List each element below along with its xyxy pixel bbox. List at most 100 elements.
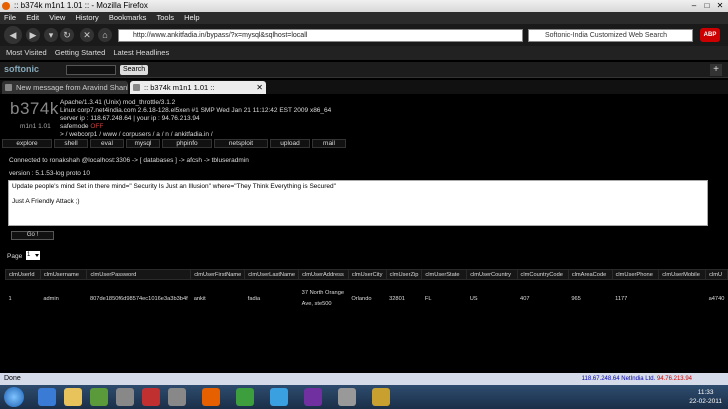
- firefox-taskbar-icon[interactable]: [202, 388, 220, 406]
- dropdown-icon[interactable]: ▾: [44, 28, 58, 42]
- bookmark-most-visited[interactable]: Most Visited: [6, 46, 47, 60]
- menu-help[interactable]: Help: [180, 12, 203, 24]
- col-header: clmCountryCode: [516, 269, 569, 280]
- app3-icon[interactable]: [168, 388, 186, 406]
- tab-label: :: b374k m1n1 1.01 ::: [144, 83, 215, 92]
- col-header: clmUsername: [39, 269, 88, 280]
- tab-label: New message from Aravind Shankar: [16, 83, 128, 92]
- col-header: clmUserAddress: [298, 269, 349, 280]
- col-header: clmUserZip: [385, 269, 423, 280]
- query-line1: Update people's mind Set in there mind="…: [12, 183, 336, 190]
- start-button[interactable]: [4, 387, 24, 407]
- col-header: clmUserId: [5, 269, 41, 280]
- back-icon[interactable]: ◀: [4, 26, 22, 44]
- col-header: clmUserPhone: [611, 269, 660, 280]
- sql-query-textarea[interactable]: Update people's mind Set in there mind="…: [8, 180, 708, 226]
- menu-file[interactable]: File: [0, 12, 20, 24]
- results-table: clmUserId clmUsername clmUserPassword cl…: [5, 269, 728, 318]
- status-isp: NetIndia Ltd.: [621, 376, 656, 382]
- reload-icon[interactable]: ↻: [60, 28, 74, 42]
- url-bar[interactable]: http://www.ankitfadia.in/bypass/?x=mysql…: [118, 29, 523, 42]
- cell-first-name: ankit: [193, 295, 206, 302]
- maximize-button[interactable]: □: [701, 0, 713, 12]
- cell-mobile: [659, 280, 706, 318]
- col-header: clmUserState: [421, 269, 468, 280]
- menu-netsploit[interactable]: netsploit: [214, 139, 268, 148]
- cell-city: Orlando: [351, 295, 372, 302]
- search-bar[interactable]: Softonic-India Customized Web Search: [528, 29, 693, 42]
- connection-breadcrumb[interactable]: Connected to ronakshah @localhost:3306 -…: [9, 157, 249, 164]
- server-line1: Apache/1.3.41 (Unix) mod_throttle/3.1.2: [60, 99, 176, 106]
- shell-logo: b374k: [10, 99, 59, 118]
- add-icon[interactable]: +: [710, 64, 722, 76]
- col-header: clmUserLastName: [244, 269, 300, 280]
- menu-explore[interactable]: explore: [2, 139, 52, 148]
- menu-phpinfo[interactable]: phpinfo: [162, 139, 212, 148]
- softonic-search-input[interactable]: [66, 65, 116, 75]
- app5-icon[interactable]: [372, 388, 390, 406]
- yahoo-icon[interactable]: [304, 388, 322, 406]
- menu-tools[interactable]: Tools: [152, 12, 178, 24]
- home-icon[interactable]: ⌂: [98, 28, 112, 42]
- chrome-icon[interactable]: [236, 388, 254, 406]
- ie-icon[interactable]: [38, 388, 56, 406]
- stop-icon[interactable]: ✕: [80, 28, 94, 42]
- shell-menu: explore shell eval mysql phpinfo netsplo…: [2, 139, 726, 148]
- mysql-version: version : 5.1.53-log proto 10: [9, 170, 90, 177]
- menu-bar: File Edit View History Bookmarks Tools H…: [0, 12, 728, 24]
- firefox-icon: [2, 2, 10, 10]
- bookmark-getting-started[interactable]: Getting Started: [55, 46, 105, 60]
- menu-upload[interactable]: upload: [270, 139, 310, 148]
- menu-history[interactable]: History: [71, 12, 102, 24]
- page-select[interactable]: 1: [26, 251, 40, 260]
- cell-username: admin: [43, 295, 59, 302]
- taskbar: 11:33 22-02-2011: [0, 385, 728, 409]
- page-label: Page: [7, 253, 23, 260]
- col-header: clmU: [705, 269, 728, 280]
- app-icon[interactable]: [116, 388, 134, 406]
- table-row: 1 admin 807de1850f6d98574ec1016e3a3b3b4f…: [6, 280, 728, 318]
- menu-eval[interactable]: eval: [90, 139, 124, 148]
- server-info: Apache/1.3.41 (Unix) mod_throttle/3.1.2 …: [60, 99, 331, 139]
- window-title: :: b374k m1n1 1.01 :: - Mozilla Firefox: [14, 1, 148, 10]
- cell-address: 37 North Orange Ave, ste500: [301, 289, 345, 307]
- app4-icon[interactable]: [338, 388, 356, 406]
- menu-mysql[interactable]: mysql: [126, 139, 160, 148]
- menu-bookmarks[interactable]: Bookmarks: [105, 12, 151, 24]
- app2-icon[interactable]: [142, 388, 160, 406]
- server-line2: Linux corp7.net4india.com 2.6.18-128.el5…: [60, 107, 332, 114]
- status-text: Done: [4, 375, 21, 382]
- explorer-icon[interactable]: [64, 388, 82, 406]
- softonic-logo: softonic: [4, 64, 39, 74]
- minimize-button[interactable]: –: [688, 0, 700, 12]
- query-line2: Just A Friendly Attack ;): [12, 198, 80, 205]
- menu-edit[interactable]: Edit: [22, 12, 43, 24]
- skype-icon[interactable]: [270, 388, 288, 406]
- close-tab-icon[interactable]: ✕: [256, 81, 263, 94]
- adblock-icon[interactable]: ABP: [700, 28, 720, 42]
- softonic-search-button[interactable]: Search: [120, 65, 149, 75]
- forward-icon[interactable]: ▶: [26, 28, 40, 42]
- media-icon[interactable]: [90, 388, 108, 406]
- col-header: clmUserCountry: [466, 269, 518, 280]
- softonic-toolbar: softonic Search +: [0, 62, 728, 78]
- cell-extra: a4740: [708, 295, 725, 302]
- current-path[interactable]: > / webcorp1 / www / corpusers / a / n /…: [60, 131, 331, 139]
- menu-shell[interactable]: shell: [54, 139, 88, 148]
- tab-b374k[interactable]: :: b374k m1n1 1.01 :: ✕: [130, 81, 266, 94]
- cell-country: US: [469, 295, 478, 302]
- menu-mail[interactable]: mail: [312, 139, 346, 148]
- mail-icon: [5, 84, 12, 91]
- tab-new-message[interactable]: New message from Aravind Shankar: [2, 81, 128, 94]
- cell-password: 807de1850f6d98574ec1016e3a3b3b4f: [89, 295, 188, 302]
- go-button[interactable]: Go !: [11, 231, 54, 240]
- clock[interactable]: 11:33 22-02-2011: [689, 388, 722, 406]
- window-titlebar: :: b374k m1n1 1.01 :: - Mozilla Firefox …: [0, 0, 728, 12]
- bookmark-latest-headlines[interactable]: Latest Headlines: [113, 46, 169, 60]
- table-header-row: clmUserId clmUsername clmUserPassword cl…: [5, 269, 728, 280]
- close-window-button[interactable]: ✕: [714, 0, 726, 12]
- col-header: clmUserFirstName: [190, 269, 246, 280]
- menu-view[interactable]: View: [45, 12, 69, 24]
- safemode: safemode OFF: [60, 123, 331, 131]
- server-ip: server ip : 118.67.248.64 | your ip : 94…: [60, 115, 200, 122]
